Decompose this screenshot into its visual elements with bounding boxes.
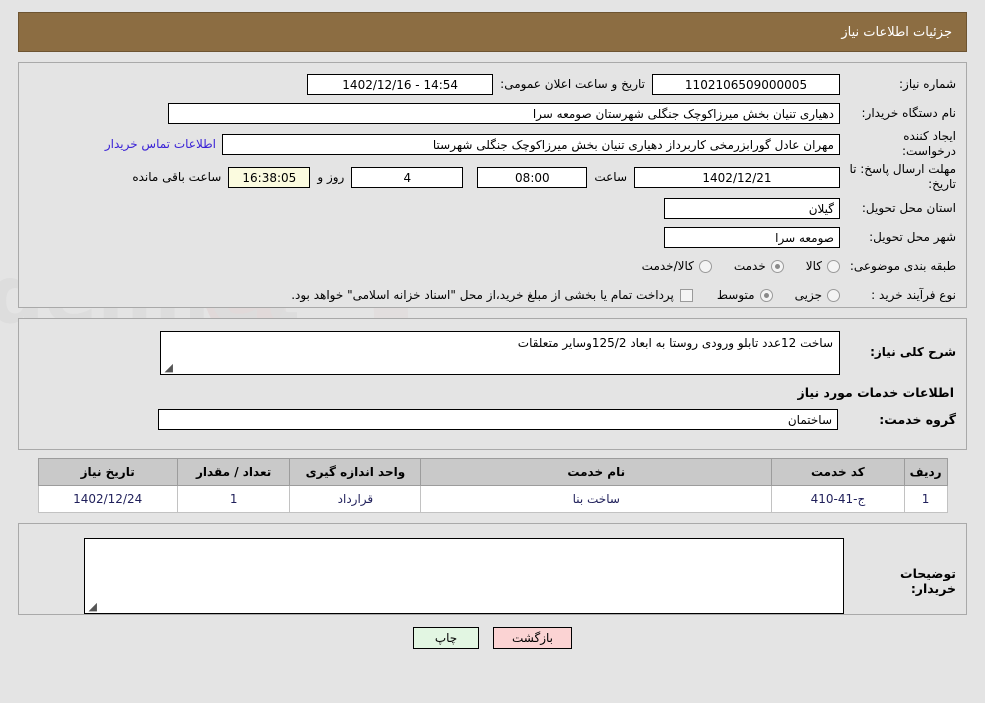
province-label: استان محل تحویل: [861, 200, 956, 215]
cell-service-code: ج-41-410 [771, 485, 905, 513]
services-table-wrap: ردیف کد خدمت نام خدمت واحد اندازه گیری ت… [18, 458, 967, 513]
radio-category-kala[interactable] [827, 259, 840, 273]
row-province: استان محل تحویل: گیلان [29, 195, 956, 221]
back-button[interactable]: بازگشت [493, 627, 572, 649]
radio-category-kala-khedmat[interactable] [698, 259, 712, 273]
print-button[interactable]: چاپ [413, 627, 479, 649]
resize-grip-icon[interactable]: ◢ [163, 362, 173, 373]
row-description: شرح کلی نیاز: ساخت 12عدد تابلو ورودی روس… [29, 331, 956, 375]
services-section-title: اطلاعات خدمات مورد نیاز [797, 385, 955, 400]
remaining-label: ساعت باقی مانده [132, 170, 222, 184]
cell-unit: قرارداد [289, 485, 422, 513]
radio-label-kala: کالا [805, 259, 822, 273]
row-buyer-org: نام دستگاه خریدار: دهیاری تنیان بخش میرز… [29, 100, 956, 126]
city-label: شهر محل تحویل: [869, 229, 956, 244]
footer-buttons: بازگشت چاپ [0, 627, 985, 649]
city-field[interactable]: صومعه سرا [664, 226, 840, 248]
description-text: ساخت 12عدد تابلو ورودی روستا به ابعاد 12… [517, 336, 833, 350]
row-process: نوع فرآیند خرید : جزیی متوسط پرداخت تمام… [29, 282, 956, 308]
need-number-label: شماره نیاز: [899, 76, 956, 91]
th-need-date: تاریخ نیاز [37, 458, 178, 486]
need-number-field[interactable]: 1102106509000005 [652, 73, 840, 95]
deadline-hour-field[interactable]: 08:00 [477, 166, 588, 188]
description-label: شرح کلی نیاز: [870, 345, 956, 359]
page-title: جزئیات اطلاعات نیاز [841, 24, 952, 40]
need-info-panel: شماره نیاز: 1102106509000005 تاریخ و ساع… [18, 62, 967, 308]
description-panel: شرح کلی نیاز: ساخت 12عدد تابلو ورودی روس… [18, 318, 967, 450]
resize-grip-icon[interactable]: ◢ [87, 601, 97, 612]
requester-label: ایجاد کننده درخواست: [902, 129, 956, 158]
row-buyer-comments: توضیحات خریدار: ◢ [29, 538, 956, 614]
radio-label-khedmat: خدمت [733, 259, 766, 273]
payment-note: پرداخت تمام یا بخشی از مبلغ خرید،از محل … [291, 288, 674, 302]
table-row[interactable]: 1 ج-41-410 ساخت بنا قرارداد 1 1402/12/24 [37, 485, 948, 513]
cell-service-name: ساخت بنا [420, 485, 773, 513]
th-index: ردیف [903, 458, 948, 486]
radio-process-jozii[interactable] [827, 288, 840, 302]
radio-process-motavaset[interactable] [759, 288, 773, 302]
radio-category-khedmat[interactable] [770, 259, 784, 273]
description-textarea[interactable]: ساخت 12عدد تابلو ورودی روستا به ابعاد 12… [160, 331, 840, 375]
buyer-comments-label: توضیحات خریدار: [900, 566, 956, 596]
page-title-bar: جزئیات اطلاعات نیاز [18, 12, 967, 52]
row-city: شهر محل تحویل: صومعه سرا [29, 224, 956, 250]
category-radio-group: کالا خدمت کالا/خدمت [642, 259, 840, 273]
announce-label: تاریخ و ساعت اعلان عمومی: [500, 77, 645, 91]
remaining-days-field: 4 [351, 166, 464, 188]
province-field[interactable]: گیلان [664, 197, 840, 219]
services-table: ردیف کد خدمت نام خدمت واحد اندازه گیری ت… [37, 458, 948, 513]
announce-datetime-field[interactable]: 14:54 - 1402/12/16 [307, 73, 494, 95]
requester-field[interactable]: مهران عادل گورابزرمخی کاربرداز دهیاری تن… [222, 133, 840, 155]
service-group-field[interactable]: ساختمان [158, 409, 838, 430]
islamic-treasury-checkbox[interactable] [679, 288, 693, 302]
radio-label-kala-khedmat: کالا/خدمت [641, 259, 694, 273]
buyer-contact-link[interactable]: اطلاعات تماس خریدار [105, 137, 216, 151]
radio-label-jozii: جزیی [794, 288, 822, 302]
days-label: روز و [317, 170, 345, 184]
th-quantity: تعداد / مقدار [176, 458, 291, 486]
process-radio-group: جزیی متوسط [717, 288, 840, 302]
hour-label: ساعت [594, 170, 627, 184]
cell-index: 1 [903, 485, 948, 513]
deadline-date-field[interactable]: 1402/12/21 [634, 166, 840, 188]
th-service-name: نام خدمت [420, 458, 773, 486]
table-header-row: ردیف کد خدمت نام خدمت واحد اندازه گیری ت… [37, 458, 948, 486]
service-group-label: گروه خدمت: [879, 412, 956, 427]
buyer-comments-textarea[interactable]: ◢ [84, 538, 844, 614]
cell-need-date: 1402/12/24 [37, 485, 178, 513]
row-category: طبقه بندی موضوعی: کالا خدمت کالا/خدمت [29, 253, 956, 279]
th-service-code: کد خدمت [771, 458, 905, 486]
row-service-group: گروه خدمت: ساختمان [29, 409, 956, 430]
row-requester: ایجاد کننده درخواست: مهران عادل گورابزرم… [29, 129, 956, 159]
countdown-timer: 16:38:05 [228, 166, 311, 188]
row-need-number: شماره نیاز: 1102106509000005 تاریخ و ساع… [29, 71, 956, 97]
buyer-org-label: نام دستگاه خریدار: [861, 105, 957, 120]
category-label: طبقه بندی موضوعی: [849, 258, 956, 273]
row-deadline: مهلت ارسال پاسخ: تا تاریخ: 1402/12/21 سا… [29, 162, 956, 192]
buyer-org-field[interactable]: دهیاری تنیان بخش میرزاکوچک جنگلی شهرستان… [168, 102, 840, 124]
deadline-label: مهلت ارسال پاسخ: تا تاریخ: [849, 162, 956, 191]
process-label: نوع فرآیند خرید : [871, 287, 956, 302]
buyer-comments-panel: توضیحات خریدار: ◢ [18, 523, 967, 615]
th-unit: واحد اندازه گیری [289, 458, 422, 486]
cell-quantity: 1 [176, 485, 291, 513]
radio-label-motavaset: متوسط [716, 288, 755, 302]
